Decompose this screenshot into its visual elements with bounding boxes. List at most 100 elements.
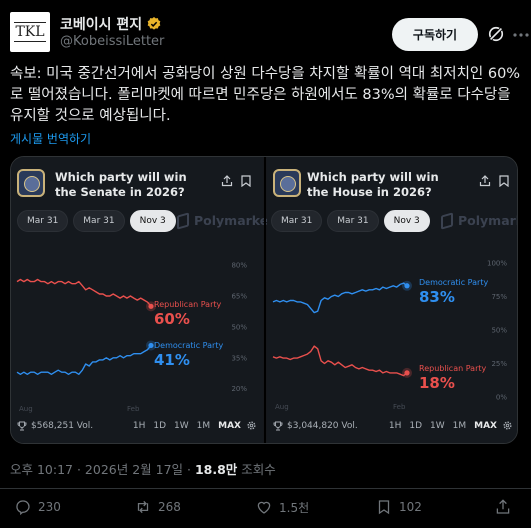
x-tick-label: Feb: [127, 405, 140, 413]
series-value-label: 60%: [154, 310, 190, 328]
range-max[interactable]: MAX: [474, 421, 497, 431]
more-options-icon[interactable]: [512, 26, 530, 44]
range-max[interactable]: MAX: [218, 421, 241, 431]
trophy-icon: [17, 421, 27, 431]
series-value-label: 41%: [154, 351, 190, 369]
house-market-title: Which party will win the House in 2026?: [307, 170, 439, 199]
bookmark-action-button[interactable]: 102: [375, 498, 422, 516]
polymarket-watermark: Polymarket: [441, 211, 517, 230]
avatar-text: TKL: [14, 22, 46, 42]
avatar[interactable]: TKL: [10, 12, 50, 52]
series-name-label: Republican Party: [154, 300, 222, 309]
trophy-icon: [273, 421, 283, 431]
repost-icon: [137, 500, 149, 514]
author-display-name[interactable]: 코베이시 편지: [60, 14, 142, 34]
series-end-point: [148, 303, 154, 309]
series-name-label: Democratic Party: [154, 341, 223, 350]
date-pill[interactable]: Mar 31: [17, 210, 69, 232]
series-value-label: 83%: [419, 288, 455, 306]
reply-icon: [16, 500, 30, 516]
heart-icon: [257, 501, 271, 514]
translate-post-link[interactable]: 게시물 번역하기: [10, 130, 91, 147]
house-line-chart: 100% 75% 50% 25% 0% Aug Feb Democratic Party83%…: [272, 260, 507, 411]
series-line-democratic-party: [16, 344, 152, 376]
date-pill[interactable]: Mar 31: [271, 210, 323, 232]
panel-divider: [264, 157, 266, 443]
post-header: TKL 코베이시 편지 @KobeissiLetter 구독하기: [10, 8, 529, 54]
series-name-label: Democratic Party: [419, 278, 488, 287]
house-footer: $3,044,820 Vol. 1H 1D 1W 1M MAX: [273, 419, 513, 435]
senate-line-chart: 80% 65% 50% 35% 20% Aug Feb Republican Party60%…: [16, 262, 247, 413]
bookmark-count: 102: [399, 500, 422, 514]
view-count: 18.8만: [194, 462, 238, 477]
y-tick-label: 25%: [491, 360, 507, 368]
share-button[interactable]: [494, 498, 512, 516]
y-tick-label: 80%: [231, 262, 247, 270]
polymarket-logo-icon: [441, 211, 453, 230]
house-seal-icon: [273, 169, 301, 197]
grok-icon[interactable]: [486, 24, 506, 44]
y-tick-label: 75%: [491, 293, 507, 301]
senate-footer: $568,251 Vol. 1H 1D 1W 1M MAX: [17, 419, 257, 435]
house-volume: $3,044,820 Vol.: [287, 421, 358, 431]
range-1d[interactable]: 1D: [409, 421, 422, 431]
polymarket-brand-text: Polymarket: [458, 213, 517, 228]
share-icon[interactable]: [221, 175, 233, 187]
range-1h[interactable]: 1H: [133, 421, 146, 431]
range-1m[interactable]: 1M: [197, 421, 211, 431]
range-1w[interactable]: 1W: [174, 421, 189, 431]
share-icon: [496, 499, 510, 514]
range-1m[interactable]: 1M: [453, 421, 467, 431]
reply-button[interactable]: 230: [14, 498, 61, 516]
x-tick-label: Feb: [393, 403, 406, 411]
bookmark-icon: [378, 500, 390, 515]
series-value-label: 18%: [419, 374, 455, 392]
date-pill-selected[interactable]: Nov 3: [129, 210, 176, 232]
like-button[interactable]: 1.5천: [255, 498, 309, 516]
author-handle[interactable]: @KobeissiLetter: [60, 34, 164, 49]
date-pill-selected[interactable]: Nov 3: [383, 210, 430, 232]
post-meta: 오후 10:17 · 2026년 2월 17일 · 18.8만 조회수: [10, 459, 276, 478]
senate-date-pills: Mar 31 Mar 31 Nov 3: [17, 210, 176, 232]
date-pill[interactable]: Mar 31: [73, 210, 125, 232]
series-name-label: Republican Party: [419, 364, 487, 373]
settings-gear-icon[interactable]: [502, 420, 513, 431]
repost-count: 268: [158, 500, 181, 514]
senate-market-panel: Which party will win the Senate in 2026?…: [11, 157, 274, 443]
view-count-suffix: 조회수: [237, 462, 276, 477]
repost-button[interactable]: 268: [134, 498, 181, 516]
reply-count: 230: [38, 500, 61, 514]
x-tick-label: Aug: [275, 403, 289, 411]
house-date-pills: Mar 31 Mar 31 Nov 3: [271, 210, 430, 232]
divider: [0, 488, 531, 489]
post-text: 속보: 미국 중간선거에서 공화당이 상원 다수당을 차지할 확률이 역대 최저…: [10, 66, 521, 124]
bookmark-icon[interactable]: [241, 175, 251, 187]
range-1w[interactable]: 1W: [430, 421, 445, 431]
series-line-republican-party: [16, 278, 152, 307]
senate-seal-icon: [17, 169, 45, 197]
y-tick-label: 0%: [496, 394, 507, 402]
share-icon[interactable]: [479, 175, 491, 187]
y-tick-label: 20%: [231, 385, 247, 393]
post-actions-bar: 230 268 1.5천 102: [0, 498, 531, 524]
series-end-point: [404, 370, 410, 376]
range-1h[interactable]: 1H: [389, 421, 402, 431]
house-range-selector: 1H 1D 1W 1M MAX: [389, 421, 497, 431]
date-pill[interactable]: Mar 31: [327, 210, 379, 232]
senate-volume: $568,251 Vol.: [31, 421, 94, 431]
range-1d[interactable]: 1D: [153, 421, 166, 431]
settings-gear-icon[interactable]: [246, 420, 257, 431]
house-market-panel: Which party will win the House in 2026? …: [267, 157, 517, 443]
series-end-point: [404, 283, 410, 289]
polymarket-brand-text: Polymarket: [194, 213, 275, 228]
y-tick-label: 50%: [491, 327, 507, 335]
x-tick-label: Aug: [19, 405, 33, 413]
follow-button[interactable]: 구독하기: [392, 18, 478, 51]
senate-range-selector: 1H 1D 1W 1M MAX: [133, 421, 241, 431]
verified-badge-icon: [147, 17, 161, 30]
post-timestamp[interactable]: 오후 10:17 · 2026년 2월 17일 ·: [10, 462, 195, 477]
polymarket-image-card[interactable]: Which party will win the Senate in 2026?…: [10, 156, 518, 444]
series-line-democratic-party: [272, 282, 408, 314]
y-tick-label: 35%: [231, 354, 247, 362]
bookmark-icon[interactable]: [499, 175, 509, 187]
